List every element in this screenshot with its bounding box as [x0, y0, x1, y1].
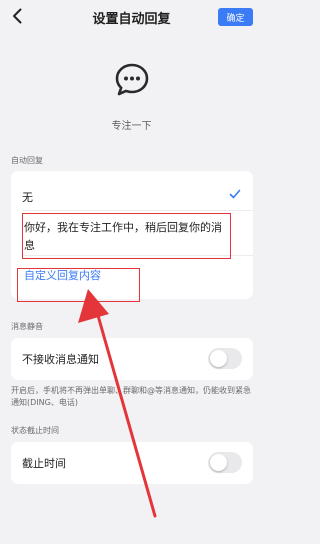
toggle-knob — [210, 454, 227, 471]
toggle-knob — [210, 350, 227, 367]
chat-bubble-icon — [115, 63, 149, 96]
highlight-box-custom — [17, 268, 140, 302]
status-end-card: 截止时间 — [11, 442, 253, 484]
navigation-bar: 设置自动回复 确定 — [0, 0, 263, 34]
confirm-button[interactable]: 确定 — [218, 8, 253, 26]
mute-card: 不接收消息通知 — [11, 338, 253, 380]
status-label: 专注一下 — [111, 121, 152, 132]
mute-description: 开启后，手机将不再弹出单聊、群聊和@等消息通知，仍能收到紧急通知(DING、电话… — [11, 386, 251, 407]
divider — [22, 210, 253, 211]
mute-toggle-switch[interactable] — [208, 348, 242, 369]
status-end-section-label: 状态截止时间 — [11, 426, 59, 435]
reply-option-none[interactable]: 无 — [22, 189, 33, 205]
auto-reply-section-label: 自动回复 — [11, 156, 43, 165]
checkmark-icon — [229, 189, 241, 199]
highlight-box-preset — [22, 213, 231, 259]
mute-toggle-label: 不接收消息通知 — [22, 353, 99, 366]
mute-section-label: 消息静音 — [11, 322, 43, 331]
end-time-toggle-label: 截止时间 — [22, 457, 66, 470]
end-time-toggle-switch[interactable] — [208, 452, 242, 473]
